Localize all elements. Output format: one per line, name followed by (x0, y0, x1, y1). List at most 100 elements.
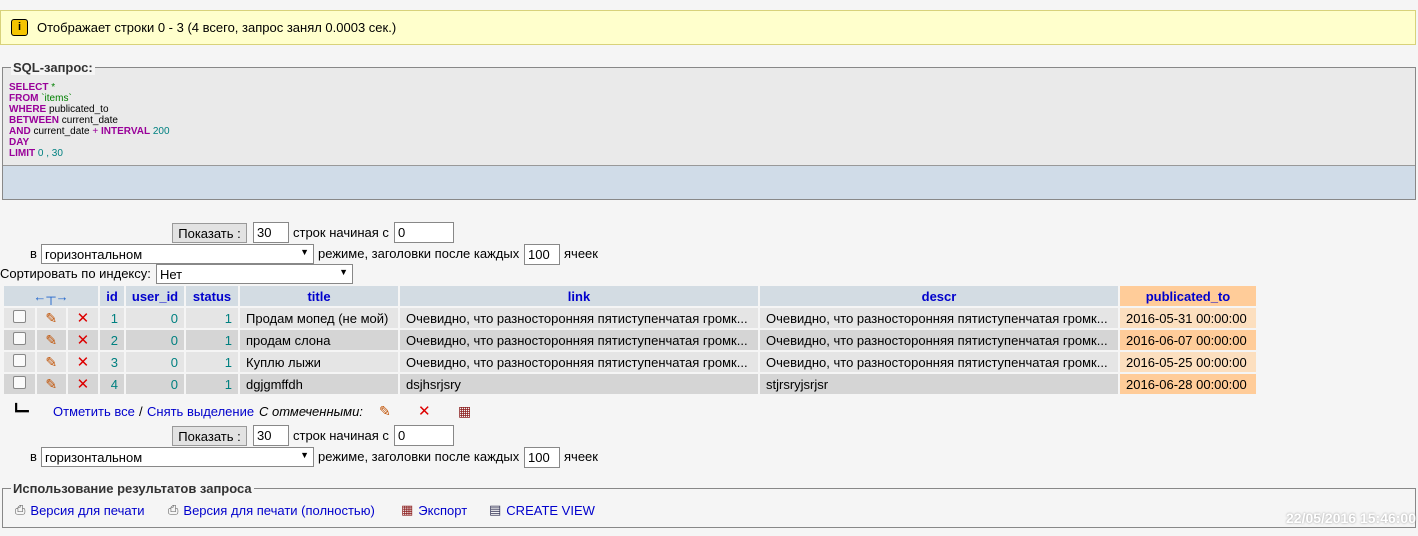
checkbox-cell[interactable] (4, 330, 35, 350)
delete-cell[interactable]: ✕ (67, 308, 98, 328)
edit-icon[interactable]: ✎ (45, 310, 57, 326)
cell-link: dsjhsrjsry (400, 374, 758, 394)
edit-icon[interactable]: ✎ (45, 376, 57, 392)
delete-icon[interactable]: ✕ (77, 376, 90, 393)
cell-title: Продам мопед (не мой) (240, 308, 398, 328)
column-header-id[interactable]: id (100, 286, 124, 306)
column-header-status[interactable]: status (186, 286, 238, 306)
arrow-up-icon: ┗━ (12, 403, 29, 419)
delete-icon[interactable]: ✕ (77, 332, 90, 349)
print-view-full-label[interactable]: Версия для печати (полностью) (183, 503, 374, 518)
cell-link: Очевидно, что разносторонняя пятиступенч… (400, 308, 758, 328)
sql-line: LIMIT 0 , 30 (9, 148, 170, 159)
cell-publicated-to: 2016-06-28 00:00:00 (1120, 374, 1256, 394)
mode-label: режиме, заголовки после каждых (318, 246, 520, 261)
delete-icon[interactable]: ✕ (77, 354, 90, 371)
sort-index-select[interactable]: Нет ▼ (156, 264, 353, 284)
column-header-publicated-to[interactable]: publicated_to (1120, 286, 1256, 306)
cell-title: dgjgmffdh (240, 374, 398, 394)
notice-text: Отображает строки 0 - 3 (4 всего, запрос… (37, 20, 397, 35)
chevron-down-icon: ▼ (300, 450, 309, 460)
cell-id: 1 (100, 308, 124, 328)
edit-icon[interactable]: ✎ (45, 332, 57, 348)
cell-link: Очевидно, что разносторонняя пятиступенч… (400, 330, 758, 350)
printer-icon: ⎙ (15, 502, 26, 517)
edit-cell[interactable]: ✎ (36, 308, 66, 328)
column-header-link[interactable]: link (400, 286, 758, 306)
display-mode-select[interactable]: горизонтальном ▼ (41, 447, 314, 467)
sql-token: * (48, 82, 56, 93)
print-view-full-link[interactable]: ⎙ Версия для печати (полностью) (168, 502, 375, 518)
cell-user-id: 0 (126, 352, 184, 372)
selection-controls: ┗━ Отметить все / Снять выделение С отме… (12, 403, 532, 423)
delete-cell[interactable]: ✕ (67, 352, 98, 372)
results-table: ←┬→ id user_id status title link descr p… (2, 284, 1258, 396)
sql-token: current_date (59, 115, 118, 126)
rows-count-input[interactable]: 30 (253, 425, 289, 446)
cell-title: Куплю лыжи (240, 352, 398, 372)
column-header-user-id[interactable]: user_id (126, 286, 184, 306)
sql-legend: SQL-запрос: (11, 60, 95, 75)
uncheck-all-link[interactable]: Снять выделение (147, 404, 254, 419)
delete-cell[interactable]: ✕ (67, 330, 98, 350)
rows-count-input[interactable]: 30 (253, 222, 289, 243)
column-arrows-icon[interactable]: ←┬→ (33, 289, 68, 304)
repeat-headers-input[interactable]: 100 (524, 447, 560, 468)
display-mode-select[interactable]: горизонтальном ▼ (41, 244, 314, 264)
row-checkbox[interactable] (12, 332, 26, 345)
chevron-down-icon: ▼ (300, 247, 309, 257)
info-icon: i (11, 19, 28, 36)
delete-cell[interactable]: ✕ (67, 374, 98, 394)
start-row-input[interactable]: 0 (394, 425, 454, 446)
export-link[interactable]: ▦ Экспорт (401, 502, 467, 518)
export-label[interactable]: Экспорт (418, 503, 467, 518)
print-view-label[interactable]: Версия для печати (30, 503, 144, 518)
checkbox-cell[interactable] (4, 308, 35, 328)
start-row-input[interactable]: 0 (394, 222, 454, 243)
column-header-title[interactable]: title (240, 286, 398, 306)
cell-user-id: 0 (126, 330, 184, 350)
edit-selected-icon[interactable]: ✎ (379, 403, 391, 420)
show-button[interactable]: Показать : (172, 223, 247, 243)
cell-descr: stjrsryjsrjsr (760, 374, 1118, 394)
sql-code: SELECT * FROM `items` WHERE publicated_to B… (9, 82, 170, 159)
sql-token: INTERVAL (98, 126, 151, 137)
edit-cell[interactable]: ✎ (36, 330, 66, 350)
print-view-link[interactable]: ⎙ Версия для печати (15, 502, 145, 518)
create-view-link[interactable]: ▤ CREATE VIEW (489, 502, 595, 518)
checkbox-cell[interactable] (4, 352, 35, 372)
column-header-descr[interactable]: descr (760, 286, 1118, 306)
export-icon: ▦ (401, 502, 414, 517)
bottom-nav-form: Показать : 30 строк начиная с 0 в горизо… (0, 425, 700, 475)
delete-selected-icon[interactable]: ✕ (418, 402, 431, 420)
selection-separator: / (139, 404, 143, 419)
cell-id: 4 (100, 374, 124, 394)
cell-publicated-to: 2016-06-07 00:00:00 (1120, 330, 1256, 350)
show-button[interactable]: Показать : (172, 426, 247, 446)
cell-id: 2 (100, 330, 124, 350)
sql-token: DAY (9, 137, 30, 148)
sql-token: current_date (30, 126, 93, 137)
edit-icon[interactable]: ✎ (45, 354, 57, 370)
view-icon: ▤ (489, 502, 502, 517)
edit-cell[interactable]: ✎ (36, 352, 66, 372)
cell-id: 3 (100, 352, 124, 372)
check-all-link[interactable]: Отметить все (53, 404, 135, 419)
export-selected-icon[interactable]: ▦ (458, 403, 471, 420)
table-row: ✎ ✕ 4 0 1 dgjgmffdh dsjhsrjsry stjrsryjsrjsr 201… (4, 374, 1256, 394)
edit-cell[interactable]: ✎ (36, 374, 66, 394)
column-toggle-header[interactable]: ←┬→ (4, 286, 98, 306)
sql-query-box: SQL-запрос: SELECT * FROM `items` WHERE pu… (2, 60, 1416, 200)
row-checkbox[interactable] (12, 310, 26, 323)
sql-token: FROM (9, 93, 39, 104)
row-checkbox[interactable] (12, 354, 26, 367)
checkbox-cell[interactable] (4, 374, 35, 394)
cell-status: 1 (186, 374, 238, 394)
in-label: в (30, 449, 37, 464)
create-view-label[interactable]: CREATE VIEW (506, 503, 595, 518)
cell-status: 1 (186, 330, 238, 350)
delete-icon[interactable]: ✕ (77, 310, 90, 327)
repeat-headers-input[interactable]: 100 (524, 244, 560, 265)
row-checkbox[interactable] (12, 376, 26, 389)
sql-token: SELECT (9, 82, 49, 93)
